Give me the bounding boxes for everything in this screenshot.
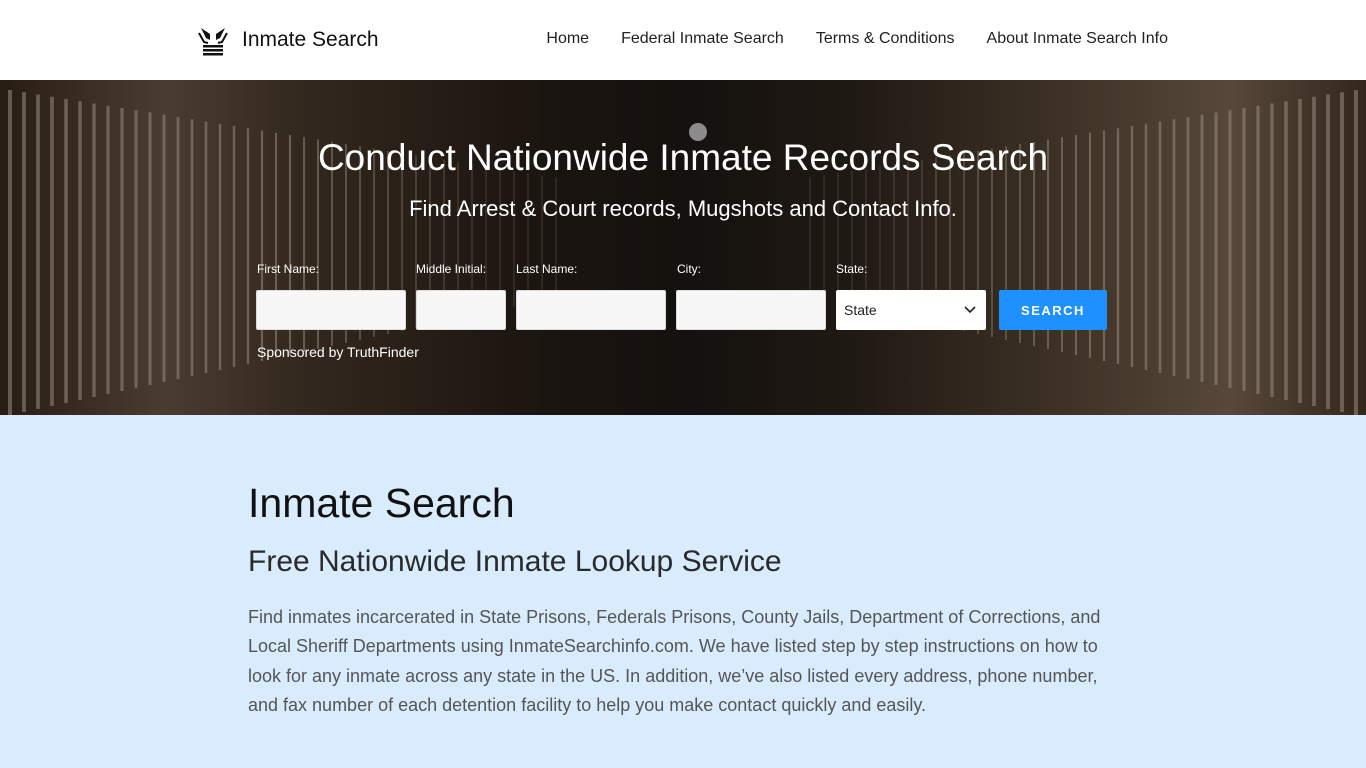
state-label: State: bbox=[836, 262, 868, 276]
site-header: Inmate Search Home Federal Inmate Search… bbox=[0, 0, 1366, 80]
intro-paragraph: Find inmates incarcerated in State Priso… bbox=[248, 607, 1101, 715]
site-name: Inmate Search bbox=[242, 28, 379, 51]
hands-with-bars-icon bbox=[198, 28, 228, 56]
middle-initial-label: Middle Initial: bbox=[416, 262, 487, 276]
hero-title: Conduct Nationwide Inmate Records Search bbox=[317, 137, 1049, 178]
nav-terms-conditions[interactable]: Terms & Conditions bbox=[816, 30, 955, 48]
last-name-input[interactable] bbox=[516, 290, 666, 330]
first-name-input[interactable] bbox=[256, 290, 406, 330]
main-nav: Home Federal Inmate Search Terms & Condi… bbox=[514, 30, 1168, 48]
search-button[interactable]: SEARCH bbox=[999, 290, 1107, 330]
last-name-label: Last Name: bbox=[516, 262, 578, 276]
hero-subtitle: Find Arrest & Court records, Mugshots an… bbox=[409, 196, 957, 221]
chevron-down-icon bbox=[964, 306, 976, 314]
city-label: City: bbox=[677, 262, 701, 276]
sponsored-text: Sponsored by TruthFinder bbox=[257, 344, 419, 360]
site-logo[interactable]: Inmate Search bbox=[198, 24, 379, 56]
first-name-label: First Name: bbox=[257, 262, 320, 276]
nav-home[interactable]: Home bbox=[546, 30, 589, 48]
city-input[interactable] bbox=[676, 290, 826, 330]
middle-initial-input[interactable] bbox=[416, 290, 506, 330]
page-title: Inmate Search bbox=[248, 480, 515, 526]
nav-federal-inmate-search[interactable]: Federal Inmate Search bbox=[621, 30, 784, 48]
hero-section: Conduct Nationwide Inmate Records Search… bbox=[0, 80, 1366, 415]
page-subtitle: Free Nationwide Inmate Lookup Service bbox=[248, 545, 782, 578]
hero-overlay bbox=[0, 80, 1366, 415]
main-content: Inmate Search Free Nationwide Inmate Loo… bbox=[248, 480, 1118, 720]
state-select[interactable]: State bbox=[836, 290, 986, 330]
nav-about[interactable]: About Inmate Search Info bbox=[987, 30, 1168, 48]
state-select-value: State bbox=[844, 302, 877, 318]
